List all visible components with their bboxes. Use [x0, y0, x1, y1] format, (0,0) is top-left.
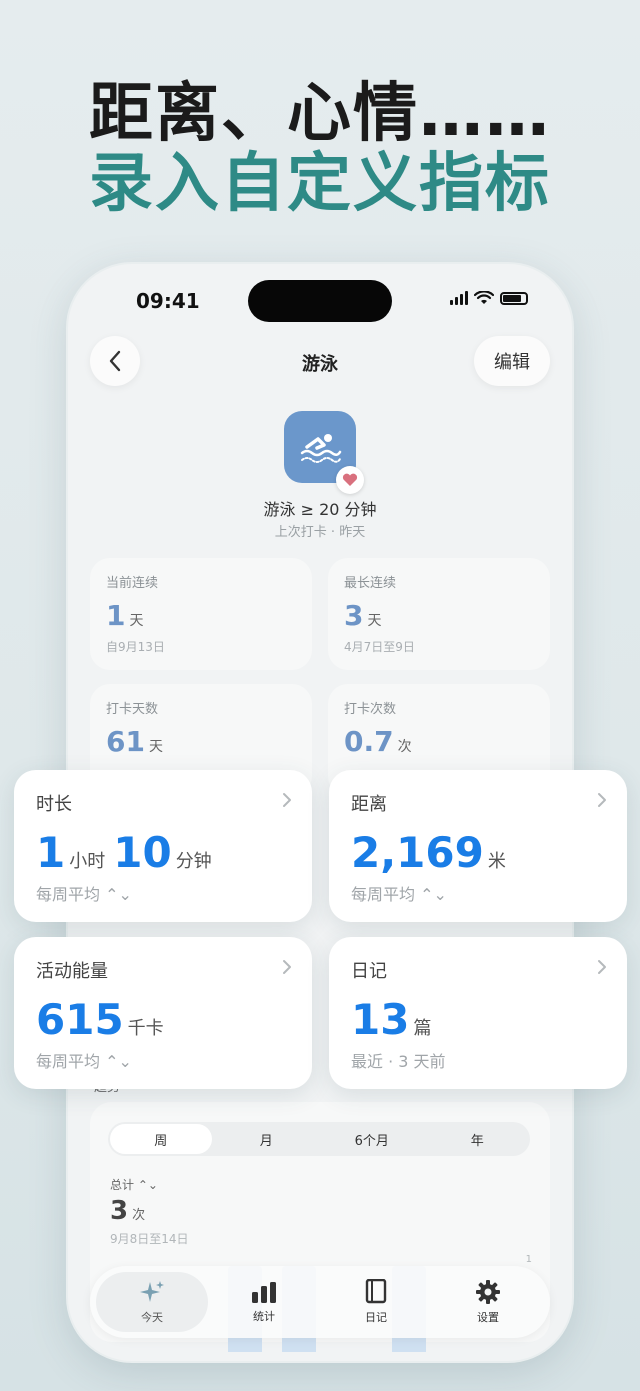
chevron-right-icon: [283, 960, 291, 974]
metric-card-journal[interactable]: 日记 13 篇 最近 · 3 天前: [329, 937, 627, 1089]
metric-recent-info: 最近 · 3 天前: [351, 1052, 446, 1071]
tab-label: 今天: [141, 1311, 163, 1324]
stat-card-current-streak[interactable]: 当前连续 1天 自9月13日: [90, 558, 312, 670]
tab-bar: 今天 统计 日记 设置: [90, 1266, 550, 1338]
favorite-badge: [336, 466, 364, 494]
metric-value: 615 千卡: [36, 995, 164, 1044]
metric-label: 活动能量: [36, 961, 108, 982]
status-icons: [450, 291, 528, 305]
status-time: 09:41: [136, 289, 200, 313]
habit-name: 游泳 ≥ 20 分钟: [263, 500, 377, 519]
segment-week[interactable]: 周: [110, 1124, 212, 1154]
dynamic-island: [248, 280, 392, 322]
stat-foot: 自9月13日: [106, 640, 165, 654]
edit-button[interactable]: 编辑: [474, 336, 550, 386]
tab-label: 设置: [477, 1311, 499, 1324]
total-date-range: 9月8日至14日: [110, 1232, 189, 1246]
heart-icon: [342, 473, 358, 486]
metric-value: 1 小时 10 分钟: [36, 828, 212, 877]
metric-card-active-energy[interactable]: 活动能量 615 千卡 每周平均 ⌃⌄: [14, 937, 312, 1089]
chevron-right-icon: [598, 793, 606, 807]
wifi-icon: [474, 291, 494, 304]
signal-icon: [450, 291, 468, 305]
stat-value: 1天: [106, 599, 144, 632]
stat-card-longest-streak[interactable]: 最长连续 3天 4月7日至9日: [328, 558, 550, 670]
metric-label: 日记: [351, 961, 387, 982]
stat-label: 打卡天数: [106, 702, 159, 717]
sparkle-icon: [140, 1281, 164, 1302]
total-selector[interactable]: 总计 ⌃⌄: [110, 1176, 158, 1193]
chevron-right-icon: [598, 960, 606, 974]
swimmer-icon: [300, 434, 342, 463]
tab-today[interactable]: 今天: [96, 1272, 208, 1332]
segment-6-months[interactable]: 6个月: [321, 1124, 423, 1154]
metric-card-distance[interactable]: 距离 2,169 米 每周平均 ⌃⌄: [329, 770, 627, 922]
axis-max-label: 1: [525, 1254, 532, 1265]
metric-aggregation-selector[interactable]: 每周平均 ⌃⌄: [351, 881, 605, 905]
metric-aggregation-selector[interactable]: 每周平均 ⌃⌄: [36, 881, 290, 905]
stat-label: 当前连续: [106, 576, 159, 591]
battery-icon: [500, 291, 528, 305]
stat-foot: 4月7日至9日: [344, 640, 415, 654]
stat-value: 3天: [344, 599, 382, 632]
book-icon: [365, 1279, 387, 1304]
headline-line-2: 录入自定义指标: [89, 147, 551, 221]
tab-label: 统计: [253, 1310, 275, 1323]
segment-year[interactable]: 年: [427, 1124, 529, 1154]
chevron-right-icon: [283, 793, 291, 807]
habit-last-checkin: 上次打卡 · 昨天: [274, 525, 366, 540]
tab-settings[interactable]: 设置: [432, 1272, 544, 1332]
tab-label: 日记: [365, 1311, 387, 1324]
metric-value: 13 篇: [351, 995, 432, 1044]
stat-value: 0.7 次: [344, 725, 412, 758]
total-value: 3次: [110, 1196, 146, 1226]
metric-label: 时长: [36, 794, 72, 815]
metric-value: 2,169 米: [351, 828, 506, 877]
period-segmented-control: 周 月 6个月 年: [108, 1122, 530, 1156]
segment-month[interactable]: 月: [216, 1124, 318, 1154]
tab-journal[interactable]: 日记: [320, 1272, 432, 1332]
metric-label: 距离: [351, 794, 387, 815]
gear-icon: [476, 1280, 500, 1304]
stat-value: 61 天: [106, 725, 163, 758]
bar-chart-icon: [252, 1282, 276, 1303]
tab-stats[interactable]: 统计: [208, 1272, 320, 1332]
stat-label: 最长连续: [344, 576, 397, 591]
stat-label: 打卡次数: [344, 702, 397, 717]
metric-aggregation-selector[interactable]: 每周平均 ⌃⌄: [36, 1048, 290, 1072]
metric-card-duration[interactable]: 时长 1 小时 10 分钟 每周平均 ⌃⌄: [14, 770, 312, 922]
